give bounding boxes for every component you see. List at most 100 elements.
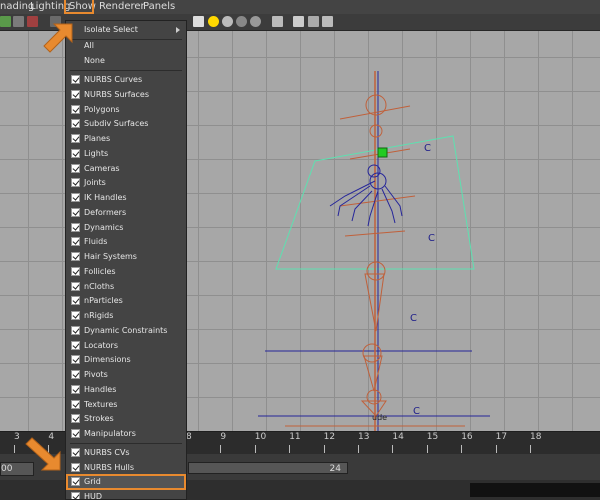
menu-renderer[interactable]: Renderer xyxy=(99,0,145,14)
checkbox-checked-icon xyxy=(71,281,80,291)
checkbox-checked-icon xyxy=(71,119,80,129)
show-dropdown-menu: Isolate Select All None NURBS Curves NURB… xyxy=(65,20,187,500)
menu-item-nurbs-curves[interactable]: NURBS Curves xyxy=(66,73,186,87)
checkbox-checked-icon xyxy=(71,414,80,424)
arrow-pointer-icon xyxy=(25,437,61,471)
joint-3 xyxy=(366,261,386,281)
menu-item-dimensions[interactable]: Dimensions xyxy=(66,353,186,367)
bookmark-icon[interactable] xyxy=(13,16,24,27)
timeline-tick-label: 3 xyxy=(14,432,20,442)
show-menu-highlight xyxy=(64,0,94,14)
timeline-tick-label: 18 xyxy=(530,432,542,442)
timeline-tick-label: 14 xyxy=(392,432,404,442)
checkbox-checked-icon xyxy=(71,222,80,232)
menu-item-nrigids[interactable]: nRigids xyxy=(66,309,186,323)
menu-item-nurbs-hulls[interactable]: NURBS Hulls xyxy=(66,461,186,475)
resolution-gate-icon[interactable] xyxy=(308,16,319,27)
timeline-tick xyxy=(323,445,325,453)
checkbox-checked-icon xyxy=(71,429,80,438)
menu-item-ik-handles[interactable]: IK Handles xyxy=(66,191,186,205)
control-label-3: C xyxy=(410,313,417,324)
menu-item-fluids[interactable]: Fluids xyxy=(66,235,186,249)
isolate-icon[interactable] xyxy=(293,16,304,27)
menu-item-nparticles[interactable]: nParticles xyxy=(66,294,186,308)
bone-shape-2 xyxy=(363,355,383,392)
menu-item-textures[interactable]: Textures xyxy=(66,398,186,412)
menu-item-follicles[interactable]: Follicles xyxy=(66,265,186,279)
checkbox-checked-icon xyxy=(71,252,80,261)
checkbox-checked-icon xyxy=(71,462,80,472)
checkbox-checked-icon xyxy=(71,370,80,379)
checkbox-checked-icon xyxy=(71,134,80,143)
menu-item-planes[interactable]: Planes xyxy=(66,132,186,146)
menu-item-nurbs-surfaces[interactable]: NURBS Surfaces xyxy=(66,88,186,102)
image-plane-icon[interactable] xyxy=(27,16,38,27)
submenu-arrow-icon xyxy=(176,27,180,33)
node-label: ude xyxy=(372,413,387,422)
checkbox-checked-icon xyxy=(71,355,80,365)
checkbox-checked-icon xyxy=(71,399,80,409)
menu-item-ncloths[interactable]: nCloths xyxy=(66,280,186,294)
joint-2 xyxy=(369,124,383,138)
timeline-tick xyxy=(254,445,256,453)
menu-none[interactable]: None xyxy=(66,54,186,68)
menu-isolate-select[interactable]: Isolate Select xyxy=(66,23,186,37)
smooth-shade-icon[interactable] xyxy=(222,16,233,27)
control-label-1: C xyxy=(424,143,431,154)
timeline-tick xyxy=(289,445,291,453)
checkbox-checked-icon xyxy=(71,384,80,394)
checkbox-checked-icon xyxy=(71,207,80,217)
timeline-tick xyxy=(358,445,359,453)
timeline-tick-label: 12 xyxy=(323,432,336,442)
xray-icon[interactable] xyxy=(272,16,283,27)
menu-item-grid[interactable]: Grid xyxy=(66,475,186,489)
timeline-tick xyxy=(426,445,428,453)
menu-item-dynamic-constraints[interactable]: Dynamic Constraints xyxy=(66,324,186,338)
checkbox-checked-icon xyxy=(71,325,80,335)
textured-icon[interactable] xyxy=(250,16,261,27)
menu-item-hud[interactable]: HUD xyxy=(66,490,186,499)
menu-item-hair-systems[interactable]: Hair Systems xyxy=(66,250,186,264)
timeline-tick-label: 17 xyxy=(495,432,508,442)
menu-item-nurbs-cvs[interactable]: NURBS CVs xyxy=(66,446,186,460)
wireframe-icon[interactable] xyxy=(193,16,204,27)
default-light-icon[interactable] xyxy=(208,16,219,27)
checkbox-checked-icon xyxy=(71,104,80,114)
menu-item-strokes[interactable]: Strokes xyxy=(66,412,186,426)
menu-item-joints[interactable]: Joints xyxy=(66,176,186,190)
camera-attributes-icon[interactable] xyxy=(0,16,11,27)
timeline-tick xyxy=(461,445,463,453)
timeline-tick xyxy=(14,445,15,453)
green-control xyxy=(377,147,388,158)
checkbox-checked-icon xyxy=(71,89,80,99)
menu-item-handles[interactable]: Handles xyxy=(66,383,186,397)
checkbox-checked-icon xyxy=(71,75,80,84)
checkbox-checked-icon xyxy=(71,296,80,306)
menu-item-polygons[interactable]: Polygons xyxy=(66,103,186,117)
joint-5 xyxy=(366,389,382,405)
menu-all[interactable]: All xyxy=(66,39,186,53)
menu-panels[interactable]: Panels xyxy=(143,0,175,14)
checkbox-checked-icon xyxy=(71,148,80,158)
menu-item-locators[interactable]: Locators xyxy=(66,339,186,353)
checkbox-checked-icon xyxy=(71,492,80,499)
menu-item-dynamics[interactable]: Dynamics xyxy=(66,221,186,235)
checkbox-checked-icon xyxy=(71,193,80,202)
control-label-4: C xyxy=(413,406,420,417)
menu-item-deformers[interactable]: Deformers xyxy=(66,206,186,220)
checkbox-checked-icon xyxy=(71,340,80,350)
timeline-tick-label: 16 xyxy=(461,432,473,442)
menu-item-lights[interactable]: Lights xyxy=(66,147,186,161)
menu-item-manipulators[interactable]: Manipulators xyxy=(66,427,186,441)
menu-item-cameras[interactable]: Cameras xyxy=(66,162,186,176)
timeline-tick-label: 11 xyxy=(289,432,301,442)
menu-item-pivots[interactable]: Pivots xyxy=(66,368,186,382)
checkbox-checked-icon xyxy=(71,237,80,247)
menu-separator xyxy=(70,442,182,444)
timeline-tick xyxy=(495,445,497,453)
shadows-icon[interactable] xyxy=(236,16,247,27)
graph-icon[interactable] xyxy=(322,16,333,27)
range-end-field[interactable]: 24 xyxy=(188,462,348,474)
menu-bar: nading Lighting Show Renderer Panels xyxy=(0,0,600,15)
menu-item-subdiv-surfaces[interactable]: Subdiv Surfaces xyxy=(66,117,186,131)
